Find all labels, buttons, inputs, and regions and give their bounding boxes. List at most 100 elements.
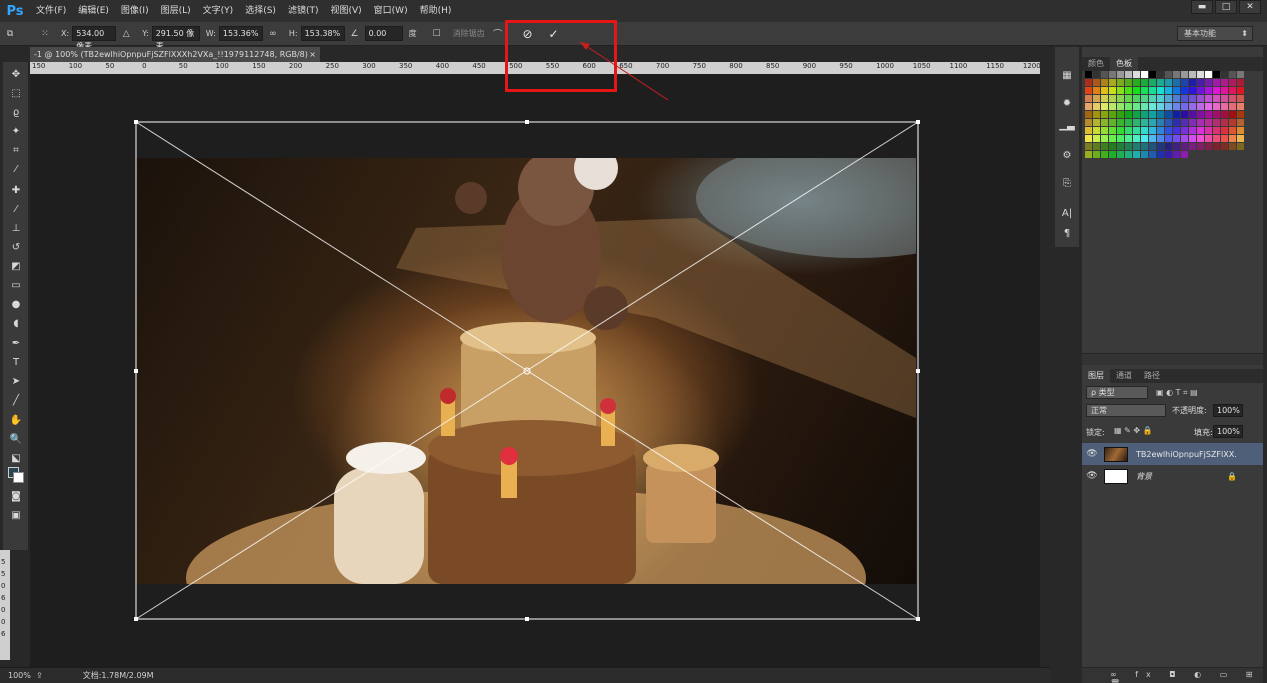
color-swatch[interactable]	[1205, 103, 1212, 110]
color-swatch[interactable]	[1221, 95, 1228, 102]
color-swatch[interactable]	[1085, 119, 1092, 126]
minimize-button[interactable]: ▬	[1191, 0, 1213, 14]
handle-right[interactable]	[916, 369, 920, 373]
color-swatch[interactable]	[1149, 151, 1156, 158]
color-swatch[interactable]	[1109, 71, 1116, 78]
color-swatch[interactable]	[1085, 143, 1092, 150]
color-swatch[interactable]	[1197, 135, 1204, 142]
color-swatch[interactable]	[1205, 119, 1212, 126]
layer-row[interactable]: 👁 背景 🔒	[1082, 465, 1263, 487]
color-swatch[interactable]	[1125, 95, 1132, 102]
menu-help[interactable]: 帮助(H)	[414, 0, 458, 22]
cancel-transform-button[interactable]: ⊘	[518, 25, 538, 43]
color-swatch[interactable]	[1181, 95, 1188, 102]
antialias-checkbox[interactable]: ☐	[430, 27, 444, 41]
warp-mode-icon[interactable]: ⌒	[491, 27, 505, 41]
color-swatch[interactable]	[1085, 87, 1092, 94]
color-swatch[interactable]	[1165, 87, 1172, 94]
x-position-field[interactable]: 534.00 像素	[72, 26, 117, 51]
handle-bottom[interactable]	[525, 617, 529, 621]
color-swatch[interactable]	[1085, 151, 1092, 158]
color-swatch[interactable]	[1197, 95, 1204, 102]
color-swatch[interactable]	[1213, 119, 1220, 126]
color-swatch[interactable]	[1189, 127, 1196, 134]
color-swatch[interactable]	[1229, 71, 1236, 78]
color-swatch[interactable]	[1101, 79, 1108, 86]
delta-icon[interactable]: △	[119, 27, 133, 41]
color-swatch[interactable]	[1165, 127, 1172, 134]
color-swatch[interactable]	[1141, 103, 1148, 110]
eraser-tool-icon[interactable]: ◩	[7, 258, 25, 274]
color-swatch[interactable]	[1133, 95, 1140, 102]
color-swatch[interactable]	[1213, 95, 1220, 102]
pen-tool-icon[interactable]: ✒	[7, 335, 25, 351]
color-swatch[interactable]	[1221, 71, 1228, 78]
color-swatch[interactable]	[1165, 143, 1172, 150]
quick-mask-icon[interactable]: ◙	[7, 488, 25, 504]
color-swatch[interactable]	[1181, 151, 1188, 158]
color-swatch[interactable]	[1173, 71, 1180, 78]
color-swatch[interactable]	[1093, 127, 1100, 134]
color-swatch[interactable]	[1213, 135, 1220, 142]
layer-kind-filter[interactable]: ρ 类型	[1086, 386, 1148, 399]
link-icon[interactable]: ∞	[266, 27, 280, 41]
color-swatch[interactable]	[1237, 103, 1244, 110]
handle-left[interactable]	[134, 369, 138, 373]
color-swatch[interactable]	[1093, 151, 1100, 158]
menu-file[interactable]: 文件(F)	[30, 0, 72, 22]
color-swatch[interactable]	[1109, 127, 1116, 134]
color-swatch[interactable]	[1189, 119, 1196, 126]
color-swatch[interactable]	[1109, 151, 1116, 158]
menu-view[interactable]: 视图(V)	[324, 0, 367, 22]
reference-point-icon[interactable]: ⁙	[38, 27, 52, 41]
color-swatch[interactable]	[1117, 103, 1124, 110]
handle-bottom-left[interactable]	[134, 617, 138, 621]
color-swatch[interactable]	[1221, 111, 1228, 118]
color-swatch[interactable]	[1109, 143, 1116, 150]
default-colors-icon[interactable]: ⬕	[7, 450, 25, 466]
color-swatch[interactable]	[1149, 79, 1156, 86]
transform-tool-icon[interactable]: ⧉	[3, 27, 17, 41]
color-swatch[interactable]	[1085, 135, 1092, 142]
color-swatch[interactable]	[1173, 111, 1180, 118]
color-swatch[interactable]	[1109, 135, 1116, 142]
color-swatch[interactable]	[1101, 135, 1108, 142]
color-swatch[interactable]	[1181, 111, 1188, 118]
color-swatch[interactable]	[1141, 87, 1148, 94]
color-swatch[interactable]	[1085, 79, 1092, 86]
color-swatch[interactable]	[1141, 71, 1148, 78]
color-swatch[interactable]	[1197, 111, 1204, 118]
color-swatch[interactable]	[1085, 111, 1092, 118]
color-swatch[interactable]	[1117, 143, 1124, 150]
adjustments-icon[interactable]: ✹	[1059, 95, 1075, 111]
color-swatch[interactable]	[1141, 143, 1148, 150]
color-swatch[interactable]	[1141, 119, 1148, 126]
color-swatch[interactable]	[1125, 111, 1132, 118]
tab-paths[interactable]: 路径	[1138, 369, 1166, 383]
color-swatch[interactable]	[1117, 79, 1124, 86]
color-swatch[interactable]	[1237, 143, 1244, 150]
handle-top-left[interactable]	[134, 120, 138, 124]
color-swatch[interactable]	[1093, 87, 1100, 94]
color-swatch[interactable]	[1085, 127, 1092, 134]
color-swatch[interactable]	[1173, 127, 1180, 134]
free-transform-box[interactable]	[30, 74, 1040, 667]
lock-icons[interactable]: ▦ ✎ ✥ 🔒	[1114, 426, 1153, 435]
color-swatch[interactable]	[1149, 143, 1156, 150]
layer-actions-icons[interactable]: ∞ fx ◘ ◐ ▭ ⊞ 🗑	[1110, 670, 1263, 683]
handle-top[interactable]	[525, 120, 529, 124]
color-swatch[interactable]	[1229, 87, 1236, 94]
color-swatch[interactable]	[1197, 71, 1204, 78]
color-swatch[interactable]	[1221, 87, 1228, 94]
restore-button[interactable]: □	[1215, 0, 1237, 14]
color-swatch[interactable]	[1221, 127, 1228, 134]
color-swatch[interactable]	[1197, 143, 1204, 150]
color-swatch[interactable]	[1173, 119, 1180, 126]
color-swatch[interactable]	[1149, 95, 1156, 102]
color-swatch[interactable]	[1157, 79, 1164, 86]
menu-filter[interactable]: 滤镜(T)	[282, 0, 325, 22]
color-swatch[interactable]	[1109, 119, 1116, 126]
menu-edit[interactable]: 编辑(E)	[72, 0, 115, 22]
color-swatch[interactable]	[1133, 103, 1140, 110]
filter-icons[interactable]: ▣ ◐ T ⌗ ▤	[1156, 388, 1198, 398]
